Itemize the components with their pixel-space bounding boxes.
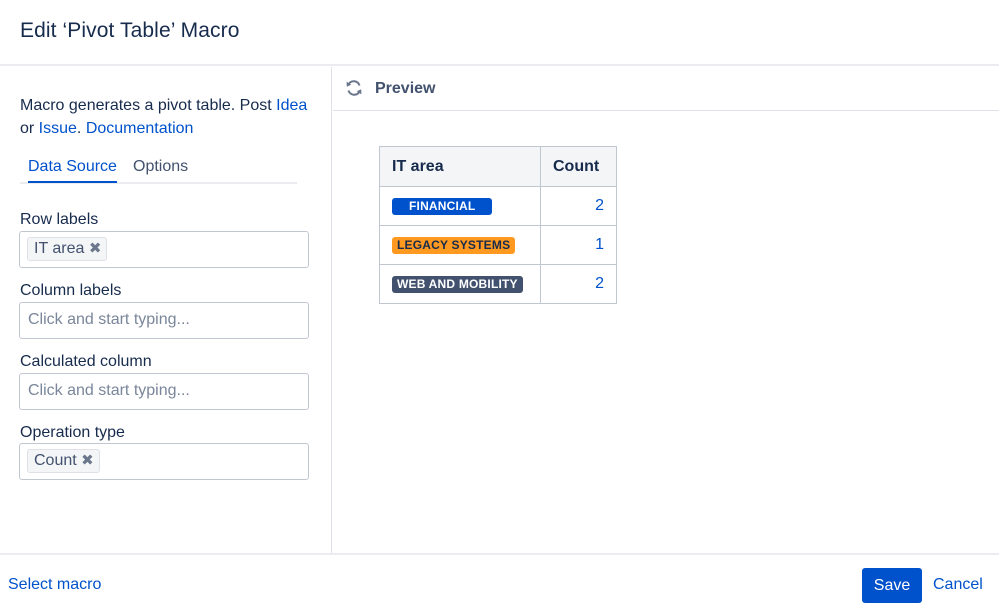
remove-icon[interactable]: ✖ [89,238,102,260]
table-cell: WEB AND MOBILITY [379,264,541,304]
tab-options[interactable]: Options [133,158,188,176]
save-button[interactable]: Save [862,568,922,603]
documentation-link[interactable]: Documentation [86,120,194,137]
operation-type-chip: Count ✖ [27,449,100,473]
dialog-header: Edit ‘Pivot Table’ Macro [0,0,999,66]
table-cell: FINANCIAL [379,186,541,226]
macro-description: Macro generates a pivot table. Post Idea… [20,94,320,140]
operation-type-chip-text: Count [34,452,77,469]
count-cell: 2 [540,186,617,226]
table-row: WEB AND MOBILITY 2 [379,264,617,304]
count-cell: 1 [540,225,617,265]
table-row: LEGACY SYSTEMS 1 [379,225,617,265]
tab-bar: Data Source Options [20,156,297,184]
description-or: or [20,120,39,137]
pivot-table: IT area Count FINANCIAL 2 LEGACY SYSTEMS… [379,146,617,304]
column-labels-placeholder: Click and start typing... [28,311,190,328]
status-lozenge: FINANCIAL [392,198,493,215]
operation-type-input[interactable]: Count ✖ [19,443,309,480]
row-labels-label: Row labels [20,211,99,228]
calculated-column-input[interactable]: Click and start typing... [19,373,309,410]
header-count: Count [540,146,617,187]
issue-link[interactable]: Issue [39,120,77,137]
description-dot: . [76,120,86,137]
calculated-column-placeholder: Click and start typing... [28,382,190,399]
tab-data-source[interactable]: Data Source [28,158,117,183]
table-row: FINANCIAL 2 [379,186,617,226]
row-labels-chip-text: IT area [34,240,85,257]
preview-header: Preview [333,67,999,111]
preview-panel: Preview IT area Count FINANCIAL 2 LEGACY… [333,67,999,553]
left-panel: Macro generates a pivot table. Post Idea… [0,67,332,553]
refresh-icon[interactable] [344,78,364,98]
header-it-area: IT area [379,146,541,187]
column-labels-input[interactable]: Click and start typing... [19,302,309,339]
status-lozenge: WEB AND MOBILITY [392,276,523,293]
row-labels-input[interactable]: IT area ✖ [19,231,309,268]
preview-title: Preview [375,80,436,97]
table-header-row: IT area Count [379,146,617,187]
column-labels-label: Column labels [20,282,122,299]
dialog-footer: Select macro Save Cancel [0,553,999,614]
remove-icon[interactable]: ✖ [81,450,94,472]
cancel-button[interactable]: Cancel [933,576,983,594]
select-macro-link[interactable]: Select macro [8,576,101,594]
table-cell: LEGACY SYSTEMS [379,225,541,265]
status-lozenge: LEGACY SYSTEMS [392,237,516,254]
dialog-title: Edit ‘Pivot Table’ Macro [20,19,240,42]
description-text: Macro generates a pivot table. Post [20,97,277,114]
calculated-column-label: Calculated column [20,353,152,370]
row-labels-chip: IT area ✖ [27,237,108,261]
operation-type-label: Operation type [20,424,125,441]
count-cell: 2 [540,264,617,304]
idea-link[interactable]: Idea [276,97,307,114]
